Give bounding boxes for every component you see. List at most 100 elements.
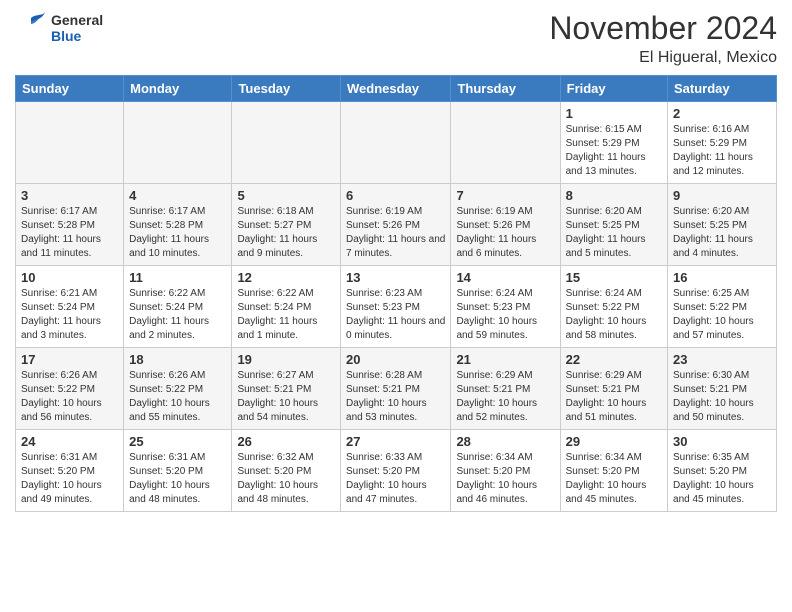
day-info: Sunrise: 6:31 AMSunset: 5:20 PMDaylight:… <box>129 451 226 507</box>
calendar-cell: 24 Sunrise: 6:31 AMSunset: 5:20 PMDayligh… <box>16 430 124 512</box>
logo-blue: Blue <box>51 29 103 44</box>
calendar-table: Sunday Monday Tuesday Wednesday Thursday… <box>15 75 777 512</box>
calendar-cell <box>16 102 124 184</box>
header: General Blue November 2024 El Higueral, … <box>15 10 777 67</box>
day-number: 18 <box>129 352 226 367</box>
day-number: 28 <box>456 434 554 449</box>
day-info: Sunrise: 6:19 AMSunset: 5:26 PMDaylight:… <box>346 205 445 261</box>
day-info: Sunrise: 6:17 AMSunset: 5:28 PMDaylight:… <box>21 205 118 261</box>
day-info: Sunrise: 6:22 AMSunset: 5:24 PMDaylight:… <box>129 287 226 343</box>
calendar-cell: 22 Sunrise: 6:29 AMSunset: 5:21 PMDayligh… <box>560 348 667 430</box>
day-number: 4 <box>129 188 226 203</box>
calendar-cell <box>124 102 232 184</box>
day-number: 14 <box>456 270 554 285</box>
day-info: Sunrise: 6:21 AMSunset: 5:24 PMDaylight:… <box>21 287 118 343</box>
calendar-cell: 16Sunrise: 6:25 AMSunset: 5:22 PMDayligh… <box>668 266 777 348</box>
day-number: 15 <box>566 270 662 285</box>
day-info: Sunrise: 6:29 AMSunset: 5:21 PMDaylight:… <box>456 369 554 425</box>
calendar-cell: 2Sunrise: 6:16 AMSunset: 5:29 PMDaylight… <box>668 102 777 184</box>
day-info: Sunrise: 6:19 AMSunset: 5:26 PMDaylight:… <box>456 205 554 261</box>
day-info: Sunrise: 6:35 AMSunset: 5:20 PMDaylight:… <box>673 451 771 507</box>
calendar-cell: 8 Sunrise: 6:20 AMSunset: 5:25 PMDaylight… <box>560 184 667 266</box>
calendar-cell <box>232 102 341 184</box>
logo-bird-icon <box>15 10 47 42</box>
calendar-cell: 20Sunrise: 6:28 AMSunset: 5:21 PMDayligh… <box>341 348 451 430</box>
header-wednesday: Wednesday <box>341 76 451 102</box>
day-number: 16 <box>673 270 771 285</box>
calendar-cell: 30 Sunrise: 6:35 AMSunset: 5:20 PMDayligh… <box>668 430 777 512</box>
day-number: 21 <box>456 352 554 367</box>
day-number: 11 <box>129 270 226 285</box>
day-number: 24 <box>21 434 118 449</box>
calendar-cell: 26Sunrise: 6:32 AMSunset: 5:20 PMDayligh… <box>232 430 341 512</box>
day-info: Sunrise: 6:26 AMSunset: 5:22 PMDaylight:… <box>21 369 118 425</box>
calendar-cell: 4Sunrise: 6:17 AMSunset: 5:28 PMDaylight… <box>124 184 232 266</box>
calendar-cell: 21 Sunrise: 6:29 AMSunset: 5:21 PMDayligh… <box>451 348 560 430</box>
calendar-header-row: Sunday Monday Tuesday Wednesday Thursday… <box>16 76 777 102</box>
header-sunday: Sunday <box>16 76 124 102</box>
day-number: 5 <box>237 188 335 203</box>
calendar-cell <box>341 102 451 184</box>
day-number: 27 <box>346 434 445 449</box>
calendar-cell: 11 Sunrise: 6:22 AMSunset: 5:24 PMDayligh… <box>124 266 232 348</box>
day-info: Sunrise: 6:22 AMSunset: 5:24 PMDaylight:… <box>237 287 335 343</box>
calendar-cell: 12 Sunrise: 6:22 AMSunset: 5:24 PMDayligh… <box>232 266 341 348</box>
calendar-cell: 1 Sunrise: 6:15 AMSunset: 5:29 PMDaylight… <box>560 102 667 184</box>
calendar-cell: 15 Sunrise: 6:24 AMSunset: 5:22 PMDayligh… <box>560 266 667 348</box>
day-number: 7 <box>456 188 554 203</box>
day-info: Sunrise: 6:27 AMSunset: 5:21 PMDaylight:… <box>237 369 335 425</box>
day-info: Sunrise: 6:31 AMSunset: 5:20 PMDaylight:… <box>21 451 118 507</box>
calendar-cell: 27 Sunrise: 6:33 AMSunset: 5:20 PMDayligh… <box>341 430 451 512</box>
day-info: Sunrise: 6:30 AMSunset: 5:21 PMDaylight:… <box>673 369 771 425</box>
day-info: Sunrise: 6:32 AMSunset: 5:20 PMDaylight:… <box>237 451 335 507</box>
header-friday: Friday <box>560 76 667 102</box>
calendar-week-2: 3 Sunrise: 6:17 AMSunset: 5:28 PMDaylight… <box>16 184 777 266</box>
day-info: Sunrise: 6:24 AMSunset: 5:22 PMDaylight:… <box>566 287 662 343</box>
calendar-cell: 6 Sunrise: 6:19 AMSunset: 5:26 PMDaylight… <box>341 184 451 266</box>
day-info: Sunrise: 6:34 AMSunset: 5:20 PMDaylight:… <box>456 451 554 507</box>
calendar-cell: 18 Sunrise: 6:26 AMSunset: 5:22 PMDayligh… <box>124 348 232 430</box>
day-info: Sunrise: 6:26 AMSunset: 5:22 PMDaylight:… <box>129 369 226 425</box>
calendar-cell: 25 Sunrise: 6:31 AMSunset: 5:20 PMDayligh… <box>124 430 232 512</box>
logo-general: General <box>51 13 103 28</box>
day-info: Sunrise: 6:20 AMSunset: 5:25 PMDaylight:… <box>673 205 771 261</box>
header-monday: Monday <box>124 76 232 102</box>
day-number: 25 <box>129 434 226 449</box>
day-number: 20 <box>346 352 445 367</box>
calendar-cell: 23 Sunrise: 6:30 AMSunset: 5:21 PMDayligh… <box>668 348 777 430</box>
day-info: Sunrise: 6:16 AMSunset: 5:29 PMDaylight:… <box>673 123 771 179</box>
calendar-cell: 10 Sunrise: 6:21 AMSunset: 5:24 PMDayligh… <box>16 266 124 348</box>
calendar-cell: 9 Sunrise: 6:20 AMSunset: 5:25 PMDaylight… <box>668 184 777 266</box>
month-title: November 2024 <box>549 10 777 47</box>
header-tuesday: Tuesday <box>232 76 341 102</box>
day-number: 13 <box>346 270 445 285</box>
calendar-cell: 17Sunrise: 6:26 AMSunset: 5:22 PMDayligh… <box>16 348 124 430</box>
calendar-week-4: 17Sunrise: 6:26 AMSunset: 5:22 PMDayligh… <box>16 348 777 430</box>
day-number: 9 <box>673 188 771 203</box>
day-number: 6 <box>346 188 445 203</box>
calendar-week-3: 10 Sunrise: 6:21 AMSunset: 5:24 PMDayligh… <box>16 266 777 348</box>
day-info: Sunrise: 6:15 AMSunset: 5:29 PMDaylight:… <box>566 123 662 179</box>
day-number: 30 <box>673 434 771 449</box>
day-number: 23 <box>673 352 771 367</box>
calendar-cell: 29Sunrise: 6:34 AMSunset: 5:20 PMDayligh… <box>560 430 667 512</box>
day-number: 22 <box>566 352 662 367</box>
day-info: Sunrise: 6:34 AMSunset: 5:20 PMDaylight:… <box>566 451 662 507</box>
calendar-cell <box>451 102 560 184</box>
day-number: 12 <box>237 270 335 285</box>
day-number: 3 <box>21 188 118 203</box>
calendar-week-1: 1 Sunrise: 6:15 AMSunset: 5:29 PMDaylight… <box>16 102 777 184</box>
day-number: 8 <box>566 188 662 203</box>
header-saturday: Saturday <box>668 76 777 102</box>
header-thursday: Thursday <box>451 76 560 102</box>
logo: General Blue <box>15 10 103 47</box>
day-number: 1 <box>566 106 662 121</box>
day-number: 10 <box>21 270 118 285</box>
calendar-cell: 19Sunrise: 6:27 AMSunset: 5:21 PMDayligh… <box>232 348 341 430</box>
day-info: Sunrise: 6:33 AMSunset: 5:20 PMDaylight:… <box>346 451 445 507</box>
day-info: Sunrise: 6:20 AMSunset: 5:25 PMDaylight:… <box>566 205 662 261</box>
calendar-cell: 3 Sunrise: 6:17 AMSunset: 5:28 PMDaylight… <box>16 184 124 266</box>
calendar-cell: 13Sunrise: 6:23 AMSunset: 5:23 PMDayligh… <box>341 266 451 348</box>
page: General Blue November 2024 El Higueral, … <box>0 0 792 612</box>
day-info: Sunrise: 6:29 AMSunset: 5:21 PMDaylight:… <box>566 369 662 425</box>
